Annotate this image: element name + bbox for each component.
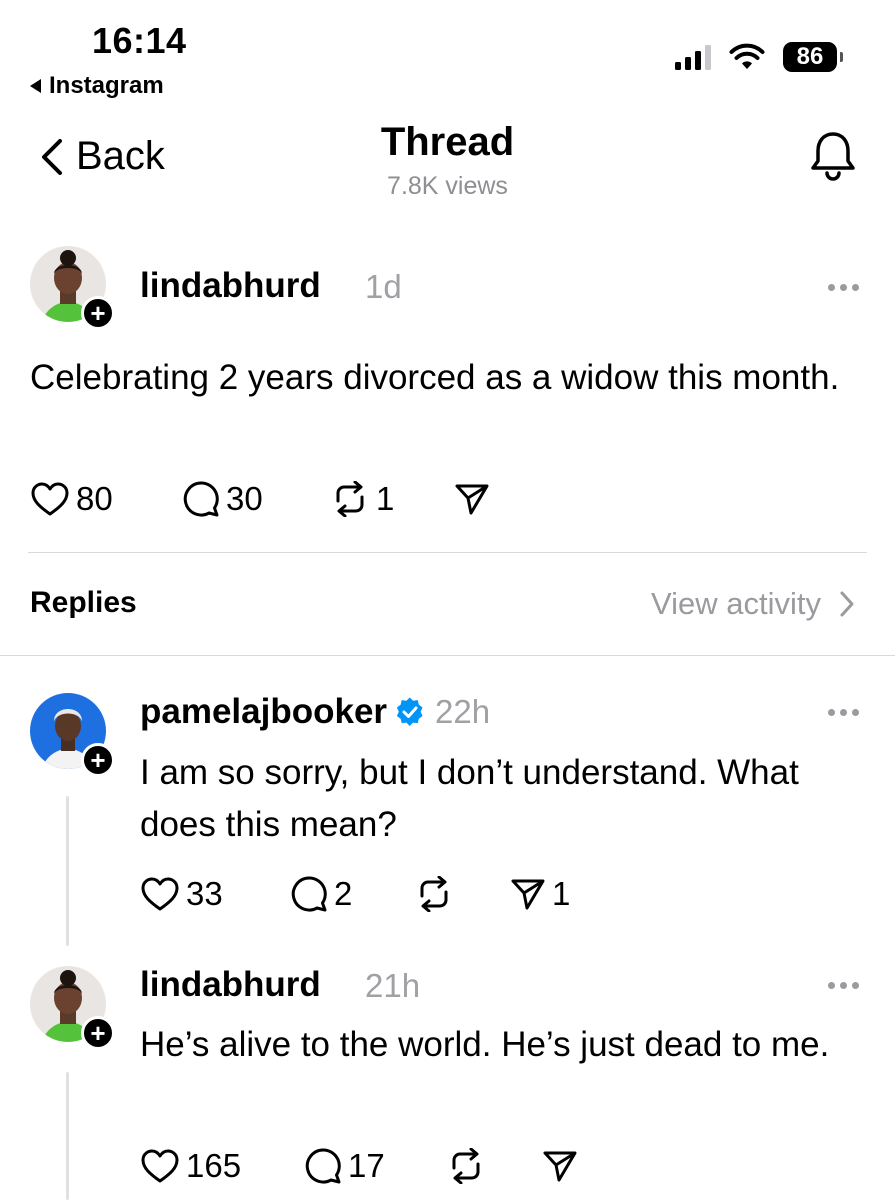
bell-icon bbox=[811, 132, 855, 181]
post-username[interactable]: lindabhurd bbox=[140, 266, 321, 306]
wifi-icon bbox=[729, 43, 765, 69]
reply-actions: 165 17 bbox=[140, 1147, 578, 1185]
repost-count: 1 bbox=[376, 480, 395, 517]
comment-icon bbox=[183, 481, 219, 517]
status-time: 16:14 bbox=[92, 20, 187, 61]
replies-heading: Replies bbox=[30, 586, 137, 619]
like-count: 165 bbox=[186, 1147, 242, 1184]
more-options-button[interactable] bbox=[828, 284, 859, 291]
comment-button[interactable]: 2 bbox=[290, 875, 414, 913]
reply-age: 22h bbox=[435, 693, 491, 730]
comment-count: 2 bbox=[334, 875, 353, 912]
heart-icon bbox=[31, 482, 69, 516]
reply-header: pamelajbooker 22h bbox=[140, 692, 490, 732]
like-button[interactable]: 165 bbox=[140, 1147, 304, 1185]
share-button[interactable] bbox=[454, 481, 490, 517]
back-to-instagram-link[interactable]: Instagram bbox=[30, 72, 164, 100]
notifications-button[interactable] bbox=[807, 128, 859, 189]
like-count: 80 bbox=[76, 480, 113, 517]
comment-icon bbox=[291, 876, 327, 912]
heart-icon bbox=[141, 1149, 179, 1183]
heart-icon bbox=[141, 877, 179, 911]
reply-text: He’s alive to the world. He’s just dead … bbox=[140, 1025, 830, 1064]
follow-plus-button[interactable]: + bbox=[81, 743, 115, 777]
reply-actions: 33 2 1 bbox=[140, 875, 570, 913]
comment-button[interactable]: 17 bbox=[304, 1147, 446, 1185]
comment-count: 17 bbox=[348, 1147, 385, 1184]
like-count: 33 bbox=[186, 875, 223, 912]
comment-count: 30 bbox=[226, 480, 263, 517]
reply-username[interactable]: pamelajbooker bbox=[140, 692, 387, 732]
like-button[interactable]: 33 bbox=[140, 875, 290, 913]
repost-icon bbox=[420, 876, 448, 912]
share-button[interactable]: 1 bbox=[510, 875, 570, 913]
post-actions: 80 30 1 bbox=[30, 480, 490, 518]
reply-username[interactable]: lindabhurd bbox=[140, 965, 321, 1005]
cellular-signal-icon bbox=[675, 44, 711, 70]
comment-icon bbox=[305, 1148, 341, 1184]
more-options-button[interactable] bbox=[828, 709, 859, 716]
post-text: Celebrating 2 years divorced as a widow … bbox=[30, 358, 840, 397]
more-options-button[interactable] bbox=[828, 982, 859, 989]
divider bbox=[0, 655, 895, 656]
divider bbox=[28, 552, 867, 553]
repost-icon bbox=[336, 481, 364, 517]
page-title: Thread bbox=[380, 120, 515, 164]
repost-button[interactable]: 1 bbox=[330, 480, 454, 518]
repost-icon bbox=[452, 1148, 480, 1184]
verified-badge-icon bbox=[396, 697, 423, 726]
status-indicators: 86 bbox=[675, 42, 843, 72]
follow-plus-button[interactable]: + bbox=[81, 296, 115, 330]
follow-plus-button[interactable]: + bbox=[81, 1016, 115, 1050]
chevron-right-icon bbox=[840, 591, 854, 617]
send-icon bbox=[543, 1151, 577, 1182]
thread-connector bbox=[66, 1072, 69, 1200]
comment-button[interactable]: 30 bbox=[182, 480, 330, 518]
share-count: 1 bbox=[552, 875, 571, 912]
reply-age: 21h bbox=[365, 967, 421, 1004]
view-activity-link[interactable]: View activity bbox=[651, 586, 855, 622]
share-button[interactable] bbox=[542, 1148, 578, 1184]
view-activity-label: View activity bbox=[651, 586, 821, 621]
back-app-label: Instagram bbox=[49, 72, 164, 99]
send-icon bbox=[455, 484, 489, 515]
repost-button[interactable] bbox=[446, 1148, 542, 1184]
send-icon bbox=[511, 879, 545, 910]
post-age: 1d bbox=[365, 268, 402, 305]
battery-indicator: 86 bbox=[783, 42, 843, 72]
view-count: 7.8K views bbox=[387, 172, 508, 200]
back-triangle-icon bbox=[30, 79, 41, 93]
like-button[interactable]: 80 bbox=[30, 480, 182, 518]
repost-button[interactable] bbox=[414, 876, 510, 912]
thread-connector bbox=[66, 796, 69, 946]
reply-text: I am so sorry, but I don’t understand. W… bbox=[140, 753, 799, 844]
